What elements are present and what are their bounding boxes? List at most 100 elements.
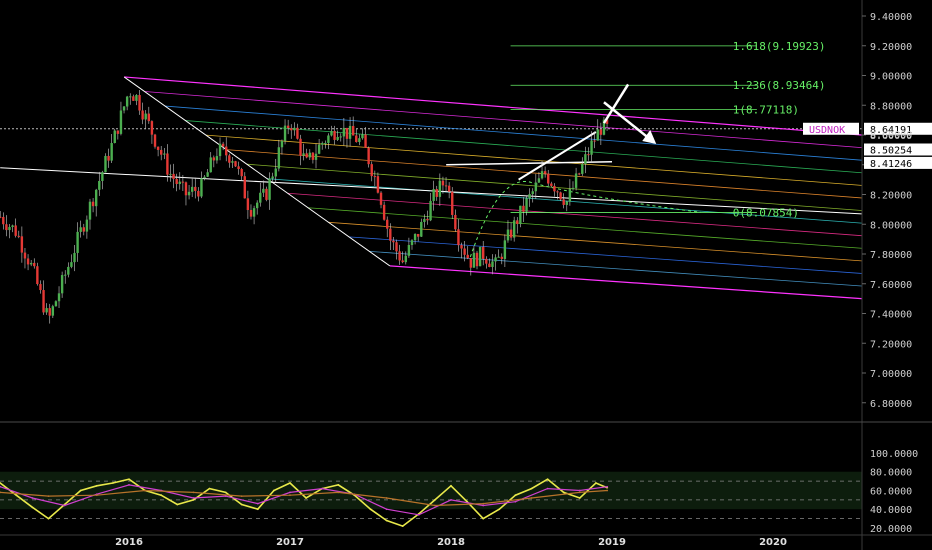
indicator-point bbox=[273, 489, 275, 492]
price-tick-label: 7.80000 bbox=[870, 250, 912, 261]
candle-body bbox=[559, 192, 562, 200]
candle-body bbox=[488, 263, 491, 267]
indicator-point bbox=[192, 491, 195, 494]
candle-body bbox=[85, 219, 89, 232]
candle-body bbox=[262, 188, 265, 193]
candle-body bbox=[215, 156, 219, 161]
candle-body bbox=[153, 134, 157, 147]
candle-body bbox=[29, 262, 33, 265]
candle-body bbox=[398, 251, 401, 261]
candle-body bbox=[88, 201, 92, 220]
candle-body bbox=[249, 210, 253, 217]
candle-body bbox=[444, 185, 448, 187]
indicator-point bbox=[385, 508, 388, 511]
candle-body bbox=[512, 220, 516, 238]
candle-body bbox=[51, 306, 55, 316]
candle-body bbox=[60, 275, 64, 294]
indicator-point bbox=[256, 508, 259, 511]
indicator-point bbox=[337, 483, 340, 486]
candle-body bbox=[268, 178, 271, 200]
candle-body bbox=[116, 130, 120, 134]
candle-body bbox=[596, 129, 599, 141]
candle-body bbox=[110, 143, 113, 161]
candle-body bbox=[509, 229, 513, 238]
candle-body bbox=[556, 191, 559, 193]
indicator-point bbox=[578, 489, 581, 492]
candle-body bbox=[2, 216, 5, 225]
indicator-point bbox=[192, 497, 195, 499]
time-tick-label: 2019 bbox=[598, 537, 626, 548]
candle-body bbox=[54, 301, 58, 307]
candle-body bbox=[45, 308, 48, 313]
candle-body bbox=[339, 136, 342, 138]
candle-body bbox=[336, 136, 339, 140]
price-tick-label: 7.40000 bbox=[870, 310, 912, 321]
candle-body bbox=[252, 208, 256, 217]
candle-body bbox=[98, 180, 101, 190]
candle-body bbox=[206, 172, 209, 177]
candle-body bbox=[283, 125, 287, 141]
candle-body bbox=[218, 143, 222, 157]
candle-body bbox=[33, 262, 36, 267]
candle-body bbox=[200, 178, 203, 197]
candle-body bbox=[141, 110, 144, 120]
candle-body bbox=[147, 113, 151, 122]
indicator-point bbox=[482, 504, 485, 507]
candle-body bbox=[277, 147, 281, 169]
candle-body bbox=[39, 284, 42, 291]
candle-body bbox=[5, 224, 8, 231]
candle-body bbox=[67, 266, 70, 275]
price-tick-label: 9.00000 bbox=[870, 72, 912, 83]
candle-body bbox=[156, 146, 160, 150]
indicator-point bbox=[31, 506, 34, 509]
time-tick-label: 2017 bbox=[276, 537, 304, 548]
indicator-point bbox=[401, 525, 404, 527]
candle-body bbox=[129, 96, 132, 98]
candle-body bbox=[172, 173, 175, 179]
price-tag-faded: 8.60000 bbox=[870, 130, 912, 141]
candle-body bbox=[107, 155, 110, 161]
candle-body bbox=[175, 178, 178, 184]
candle-body bbox=[534, 182, 538, 192]
candle-body bbox=[321, 143, 324, 145]
indicator-point bbox=[208, 487, 211, 490]
indicator-point bbox=[482, 517, 485, 520]
candle-body bbox=[228, 155, 231, 163]
price-tick-label: 9.40000 bbox=[870, 12, 912, 23]
candle-body bbox=[26, 258, 30, 265]
candle-body bbox=[531, 191, 534, 195]
candle-body bbox=[485, 258, 488, 264]
candle-body bbox=[324, 142, 327, 144]
indicator-point bbox=[578, 497, 581, 499]
indicator-point bbox=[606, 485, 609, 488]
candle-body bbox=[355, 135, 358, 143]
candle-body bbox=[395, 242, 398, 252]
candle-body bbox=[482, 246, 485, 259]
candle-body bbox=[302, 153, 305, 156]
candle-body bbox=[522, 205, 525, 212]
candle-body bbox=[543, 171, 547, 174]
candle-body bbox=[11, 225, 14, 227]
price-tag-value: 8.50254 bbox=[870, 145, 912, 156]
candle-body bbox=[441, 180, 445, 186]
usdnok-chart[interactable]: 1.618(9.19923) 1.236(8.93464) 1(8.77118) 0(… bbox=[0, 0, 932, 550]
candle-body bbox=[364, 134, 367, 148]
indicator-tick-label: 20.0000 bbox=[870, 524, 912, 535]
candle-body bbox=[166, 153, 169, 175]
candle-body bbox=[423, 218, 426, 222]
candle-body bbox=[76, 231, 79, 253]
candle-body bbox=[135, 95, 138, 101]
candle-body bbox=[91, 201, 95, 207]
candle-body bbox=[333, 130, 336, 140]
fib-level-label: 1.236(8.93464) bbox=[733, 79, 826, 92]
candle-body bbox=[469, 258, 473, 268]
candle-body bbox=[23, 252, 27, 259]
candle-body bbox=[519, 205, 522, 224]
candle-body bbox=[587, 154, 590, 156]
candle-body bbox=[20, 236, 24, 253]
fib-level-label: 1(8.77118) bbox=[733, 104, 799, 117]
indicator-point bbox=[385, 497, 388, 499]
candle-body bbox=[506, 229, 510, 241]
fib-level-label: 0(8.07854) bbox=[733, 207, 799, 220]
candle-body bbox=[209, 157, 212, 173]
